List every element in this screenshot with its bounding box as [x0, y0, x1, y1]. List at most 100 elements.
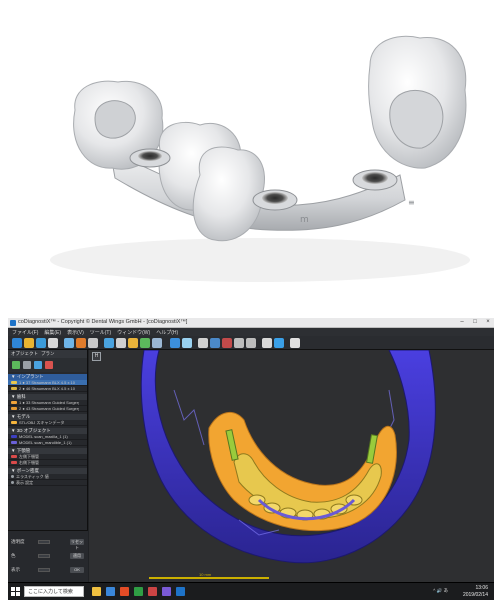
- add-object-icon[interactable]: [12, 361, 20, 369]
- tab-plan[interactable]: プラン: [41, 351, 55, 357]
- menu-view[interactable]: 表示(V): [67, 329, 84, 336]
- measure-icon[interactable]: [88, 338, 98, 348]
- start-menu-icon[interactable]: [11, 587, 20, 596]
- draw-icon[interactable]: [222, 338, 232, 348]
- property-label: 透明度: [11, 539, 25, 544]
- list-item-label: STL/OBJ スキャンデータ: [19, 419, 65, 425]
- list-item-label: MODEL scan_mandible_1 (1): [19, 440, 72, 445]
- export-icon[interactable]: [152, 338, 162, 348]
- implant-bar-render: m ≡: [50, 35, 470, 282]
- color-swatch: [11, 381, 17, 384]
- title-bar: coDiagnostiX™ - Copyright © Dental Wings…: [8, 318, 494, 328]
- color-swatch: [11, 455, 17, 458]
- color-swatch: [11, 435, 17, 438]
- view-3d-icon[interactable]: [104, 338, 114, 348]
- status-dot: [11, 475, 14, 478]
- window-title: coDiagnostiX™ - Copyright © Dental Wings…: [18, 319, 188, 325]
- file-explorer-icon[interactable]: [92, 587, 101, 596]
- redo-icon[interactable]: [246, 338, 256, 348]
- zoom-icon[interactable]: [210, 338, 220, 348]
- color-swatch: [11, 407, 17, 410]
- window-controls: – □ ×: [458, 319, 492, 325]
- list-item[interactable]: 表示 設定: [8, 480, 87, 486]
- menu-window[interactable]: ウィンドウ(W): [117, 329, 150, 336]
- color-swatch: [11, 441, 17, 444]
- object-tree-panel: オブジェクト プラン ▼ インプラント 1 ● 37 Straumann BLX…: [8, 350, 88, 582]
- onenote-icon[interactable]: [162, 587, 171, 596]
- canal-icon[interactable]: [76, 338, 86, 348]
- office-icon[interactable]: [120, 587, 129, 596]
- list-item-label: 1 ● 33 Straumann Guided Surgery: [19, 400, 79, 405]
- minimize-icon[interactable]: –: [458, 319, 466, 325]
- list-item-label: 右側下顎管: [19, 459, 39, 465]
- undo-icon[interactable]: [234, 338, 244, 348]
- property-button[interactable]: 適用: [70, 553, 84, 559]
- list-item[interactable]: 右側下顎管: [8, 460, 87, 466]
- svg-text:m: m: [300, 215, 309, 225]
- property-field[interactable]: [38, 540, 50, 544]
- property-field[interactable]: [38, 554, 50, 558]
- layout-icon[interactable]: [262, 338, 272, 348]
- tab-objects[interactable]: オブジェクト: [11, 351, 38, 357]
- rotate-icon[interactable]: [182, 338, 192, 348]
- close-icon[interactable]: ×: [484, 319, 492, 325]
- menu-help[interactable]: ヘルプ(H): [156, 329, 178, 336]
- color-swatch: [11, 387, 17, 390]
- save-case-icon[interactable]: [36, 338, 46, 348]
- svg-text:≡: ≡: [408, 198, 415, 207]
- property-button[interactable]: リセット: [70, 539, 84, 550]
- list-item-label: 表示 設定: [16, 479, 34, 485]
- mandible-3d-model: [140, 350, 436, 564]
- system-tray[interactable]: ^ 🔊 あ: [433, 588, 448, 594]
- status-dot: [11, 481, 14, 484]
- panel-tabs: オブジェクト プラン: [8, 350, 87, 358]
- property-label: 表示: [11, 567, 20, 572]
- move-icon[interactable]: [170, 338, 180, 348]
- scale-label: 10 mm: [199, 572, 212, 577]
- property-button[interactable]: OK: [70, 567, 84, 573]
- visibility-icon[interactable]: [34, 361, 42, 369]
- delete-object-icon[interactable]: [45, 361, 53, 369]
- guide-icon[interactable]: [140, 338, 150, 348]
- list-item-label: 2 ● 43 Straumann Guided Surgery: [19, 406, 79, 411]
- new-case-icon[interactable]: [12, 338, 22, 348]
- menu-file[interactable]: ファイル(F): [12, 329, 38, 336]
- pdf-reader-icon[interactable]: [148, 587, 157, 596]
- edge-browser-icon[interactable]: [106, 587, 115, 596]
- list-item[interactable]: 2 ● 43 Straumann Guided Surgery: [8, 406, 87, 412]
- clock-date: 2019/02/14: [462, 591, 488, 598]
- scale-bar: [149, 577, 269, 579]
- codiagnostix-taskbar-icon[interactable]: [176, 587, 185, 596]
- list-item-label: 1 ● 37 Straumann BLX 4.5 x 10: [19, 380, 76, 385]
- property-label: 色: [11, 553, 16, 558]
- list-item-label: MODEL scan_maxilla_1 (1): [19, 434, 68, 439]
- panel-tools: [8, 358, 87, 372]
- maximize-icon[interactable]: □: [471, 319, 479, 325]
- excel-icon[interactable]: [134, 587, 143, 596]
- taskbar-search[interactable]: ここに入力して検索: [24, 586, 84, 597]
- page-root: m ≡ coDiagnostiX™ - Copyright © Dental W…: [0, 0, 500, 600]
- color-swatch: [11, 461, 17, 464]
- print-icon[interactable]: [48, 338, 58, 348]
- menu-tools[interactable]: ツール(T): [90, 329, 111, 336]
- taskbar-clock[interactable]: 13:06 2019/02/14: [463, 585, 488, 598]
- search-placeholder: ここに入力して検索: [28, 589, 73, 595]
- property-controls: 透明度 リセット 色 適用 表示 OK: [8, 530, 88, 582]
- list-item[interactable]: MODEL scan_mandible_1 (1): [8, 440, 87, 446]
- settings-icon[interactable]: [290, 338, 300, 348]
- panoramic-icon[interactable]: [64, 338, 74, 348]
- info-icon[interactable]: [274, 338, 284, 348]
- open-case-icon[interactable]: [24, 338, 34, 348]
- main-toolbar: [8, 336, 494, 350]
- sleeve-icon[interactable]: [128, 338, 138, 348]
- property-field[interactable]: [38, 568, 50, 572]
- 3d-viewport[interactable]: H 10 mm: [89, 350, 494, 582]
- windows-taskbar: ここに入力して検索 ^ 🔊 あ 13:06 2019/02/14: [8, 582, 494, 600]
- color-swatch: [11, 421, 17, 424]
- crosshair-icon[interactable]: [198, 338, 208, 348]
- list-item[interactable]: 2 ● 46 Straumann BLX 4.5 x 10: [8, 386, 87, 392]
- implant-icon[interactable]: [116, 338, 126, 348]
- menu-edit[interactable]: 編集(E): [44, 329, 61, 336]
- copy-object-icon[interactable]: [23, 361, 31, 369]
- list-item[interactable]: STL/OBJ スキャンデータ: [8, 420, 87, 426]
